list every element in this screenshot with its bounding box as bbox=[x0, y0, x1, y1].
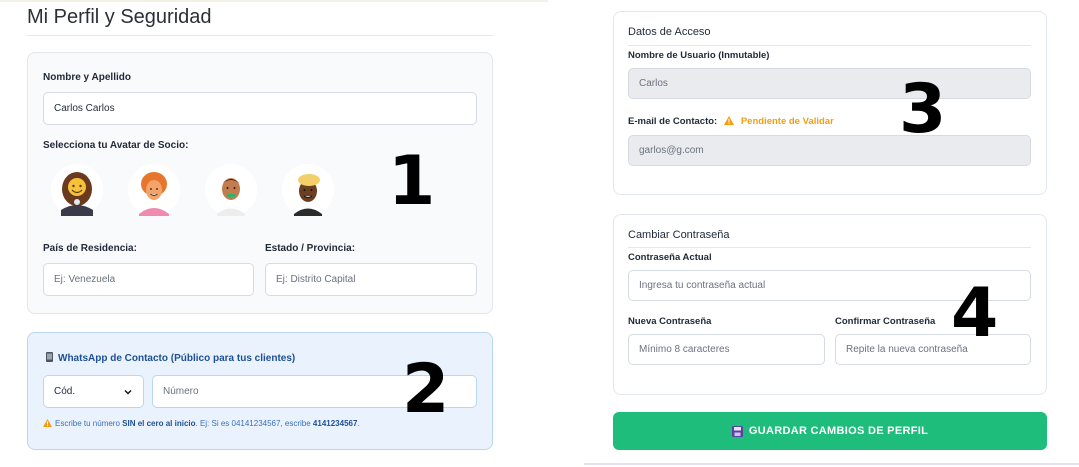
avatar-option-4[interactable] bbox=[282, 164, 334, 216]
full-name-input[interactable] bbox=[43, 92, 477, 125]
floppy-disk-icon bbox=[731, 425, 743, 437]
username-label: Nombre de Usuario (Inmutable) bbox=[628, 50, 770, 61]
avatar-option-1[interactable] bbox=[51, 164, 103, 216]
hint-bold-2: 4141234567 bbox=[312, 419, 358, 428]
current-password-label: Contraseña Actual bbox=[628, 252, 712, 263]
whatsapp-title: WhatsApp de Contacto (Público para tus c… bbox=[58, 353, 296, 364]
chevron-down-icon bbox=[124, 389, 132, 395]
avatar-option-3[interactable] bbox=[205, 164, 257, 216]
hint-bold-1: SIN el cero al inicio bbox=[122, 419, 196, 428]
confirm-password-label: Confirmar Contraseña bbox=[835, 316, 936, 327]
state-input[interactable] bbox=[265, 263, 477, 296]
state-label: Estado / Provincia: bbox=[265, 243, 356, 254]
avatar-3-icon bbox=[205, 164, 257, 216]
avatar-1-icon bbox=[51, 164, 103, 216]
access-divider bbox=[628, 45, 1031, 46]
whatsapp-title-row: WhatsApp de Contacto (Público para tus c… bbox=[45, 352, 295, 364]
new-password-label: Nueva Contraseña bbox=[628, 316, 712, 327]
save-profile-button[interactable]: GUARDAR CAMBIOS DE PERFIL bbox=[613, 412, 1047, 450]
country-label: País de Residencia: bbox=[43, 243, 137, 254]
phone-icon bbox=[46, 352, 53, 362]
new-password-input[interactable] bbox=[628, 334, 825, 365]
warning-icon bbox=[723, 116, 734, 125]
save-button-label: GUARDAR CAMBIOS DE PERFIL bbox=[748, 425, 929, 437]
annotation-1: 1 bbox=[388, 142, 436, 221]
country-code-select[interactable]: Cód. bbox=[43, 375, 144, 408]
access-title: Datos de Acceso bbox=[628, 26, 711, 38]
annotation-3: 3 bbox=[899, 70, 947, 149]
page-title: Mi Perfil y Seguridad bbox=[27, 6, 212, 28]
email-label: E-mail de Contacto: bbox=[628, 116, 718, 127]
hint-text-1: Escribe tu número bbox=[55, 419, 123, 428]
password-divider bbox=[628, 247, 1031, 248]
annotation-4: 4 bbox=[951, 274, 999, 353]
email-status-badge: Pendiente de Validar bbox=[740, 116, 834, 127]
warning-icon bbox=[43, 419, 52, 427]
bottom-divider bbox=[584, 463, 1079, 465]
avatar-option-2[interactable] bbox=[128, 164, 180, 216]
email-input[interactable] bbox=[628, 135, 1031, 166]
email-label-row: E-mail de Contacto: Pendiente de Validar bbox=[628, 116, 834, 127]
title-divider bbox=[27, 35, 493, 36]
access-card bbox=[613, 11, 1047, 195]
confirm-password-input[interactable] bbox=[835, 334, 1031, 365]
username-input[interactable] bbox=[628, 68, 1031, 99]
avatar-4-icon bbox=[282, 164, 334, 216]
avatar-2-icon bbox=[128, 164, 180, 216]
whatsapp-hint: Escribe tu número SIN el cero al inicio.… bbox=[43, 419, 360, 428]
avatar-label: Selecciona tu Avatar de Socio: bbox=[43, 140, 189, 151]
hint-text-2: . Ej: Si es 04141234567, escribe bbox=[195, 419, 313, 428]
country-code-value: Cód. bbox=[54, 386, 76, 397]
full-name-label: Nombre y Apellido bbox=[43, 72, 131, 83]
hint-text-3: . bbox=[357, 419, 360, 428]
country-input[interactable] bbox=[43, 263, 254, 296]
annotation-2: 2 bbox=[402, 350, 450, 429]
top-divider bbox=[0, 0, 548, 2]
password-title: Cambiar Contraseña bbox=[628, 229, 730, 241]
